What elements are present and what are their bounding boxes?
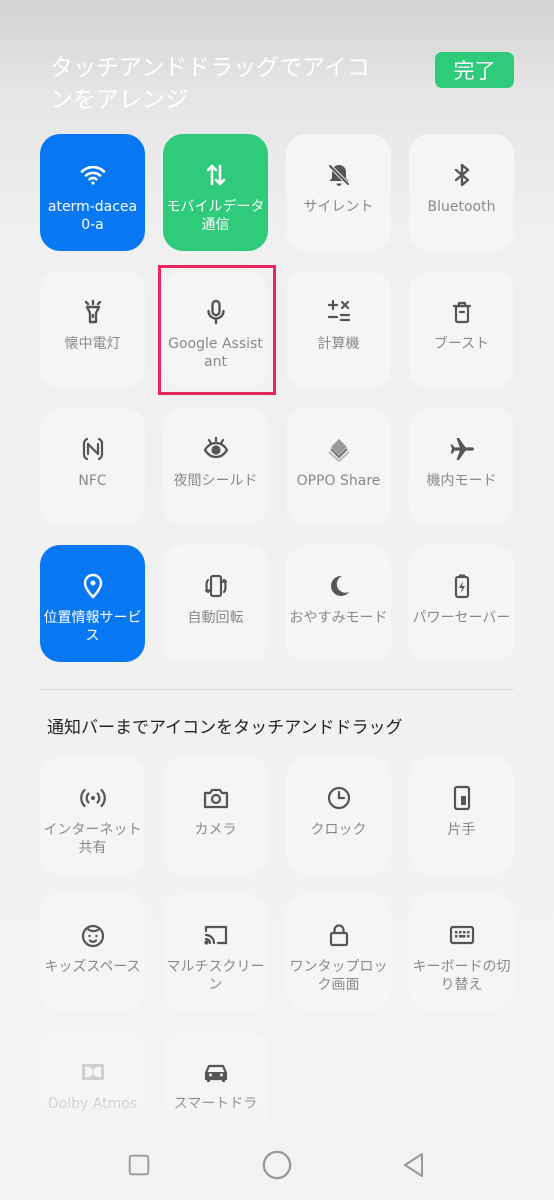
- airplane-icon: [448, 434, 476, 464]
- boost-icon: [448, 297, 476, 327]
- tile-one-hand[interactable]: 片手: [409, 757, 514, 874]
- tile-location[interactable]: 位置情報サービス: [40, 545, 145, 662]
- car-icon: [202, 1057, 230, 1087]
- recent-apps-icon: [128, 1154, 150, 1176]
- kids-space-icon: [79, 920, 107, 950]
- navigation-bar: [0, 1125, 554, 1200]
- header: タッチアンドドラッグでアイコンをアレンジ: [50, 52, 390, 116]
- tile-one-tap-lock[interactable]: ワンタップロック画面: [286, 894, 391, 1011]
- bell-off-icon: [325, 160, 353, 190]
- tile-label: 夜間シールド: [173, 473, 258, 489]
- home-button[interactable]: [259, 1147, 295, 1183]
- tile-camera[interactable]: カメラ: [163, 757, 268, 874]
- tile-google-assistant[interactable]: Google Assistant: [163, 271, 268, 388]
- back-button[interactable]: [396, 1147, 432, 1183]
- tile-boost[interactable]: ブースト: [409, 271, 514, 388]
- tile-auto-rotate[interactable]: 自動回転: [163, 545, 268, 662]
- tile-do-not-disturb[interactable]: おやすみモード: [286, 545, 391, 662]
- tile-nfc[interactable]: NFC: [40, 408, 145, 525]
- tile-label: 懐中電灯: [64, 336, 121, 352]
- tile-label: NFC: [78, 473, 107, 489]
- section-title: 通知バーまでアイコンをタッチアンドドラッグ: [47, 718, 403, 738]
- tile-calculator[interactable]: 計算機: [286, 271, 391, 388]
- mobile-data-icon: [202, 160, 230, 190]
- tile-label: 機内モード: [426, 473, 497, 489]
- tile-bluetooth[interactable]: Bluetooth: [409, 134, 514, 251]
- tile-airplane-mode[interactable]: 機内モード: [409, 408, 514, 525]
- tile-label: キッズスペース: [44, 959, 141, 975]
- recent-apps-button[interactable]: [121, 1147, 157, 1183]
- tile-hotspot[interactable]: インターネット共有: [40, 757, 145, 874]
- dolby-icon: [79, 1057, 107, 1087]
- tile-label: OPPO Share: [296, 473, 381, 489]
- tile-label: 片手: [447, 822, 476, 838]
- tile-label: Dolby Atmos: [47, 1096, 138, 1112]
- tile-label: Bluetooth: [427, 199, 496, 215]
- tile-label: カメラ: [194, 822, 237, 838]
- tile-label: ブースト: [433, 336, 490, 352]
- tile-label: パワーセーバー: [412, 610, 511, 626]
- calculator-icon: [325, 297, 353, 327]
- tile-oppo-share[interactable]: OPPO Share: [286, 408, 391, 525]
- tile-clock[interactable]: クロック: [286, 757, 391, 874]
- one-hand-icon: [448, 783, 476, 813]
- back-icon: [404, 1153, 423, 1177]
- tile-label: 自動回転: [187, 610, 244, 626]
- auto-rotate-icon: [202, 571, 230, 601]
- tile-label: サイレント: [303, 199, 374, 215]
- tile-label: キーボードの切り替え: [412, 959, 511, 993]
- tile-label: モバイルデータ通信: [166, 199, 265, 233]
- tile-label: Google Assistant: [168, 336, 263, 370]
- tile-label: おやすみモード: [289, 610, 388, 626]
- wifi-icon: [79, 160, 107, 190]
- moon-icon: [325, 571, 353, 601]
- microphone-icon: [202, 297, 230, 327]
- location-icon: [79, 571, 107, 601]
- eye-icon: [202, 434, 230, 464]
- keyboard-icon: [448, 920, 476, 950]
- tile-label: 計算機: [317, 336, 360, 352]
- battery-icon: [448, 571, 476, 601]
- cast-icon: [202, 920, 230, 950]
- section-divider: [40, 689, 514, 690]
- tile-label: ワンタップロック画面: [289, 959, 388, 993]
- tile-label: クロック: [310, 822, 367, 838]
- tile-keyboard-switch[interactable]: キーボードの切り替え: [409, 894, 514, 1011]
- lock-icon: [325, 920, 353, 950]
- tile-label: 位置情報サービス: [43, 610, 142, 644]
- done-button[interactable]: 完了: [435, 52, 514, 88]
- tile-silent[interactable]: サイレント: [286, 134, 391, 251]
- tile-night-shield[interactable]: 夜間シールド: [163, 408, 268, 525]
- tile-multi-screen[interactable]: マルチスクリーン: [163, 894, 268, 1011]
- tile-wifi[interactable]: aterm-dacea0-a: [40, 134, 145, 251]
- tile-label: マルチスクリーン: [166, 959, 265, 993]
- hotspot-icon: [79, 783, 107, 813]
- tile-kids-space[interactable]: キッズスペース: [40, 894, 145, 1011]
- tile-label: aterm-dacea0-a: [47, 199, 138, 233]
- tile-power-saver[interactable]: パワーセーバー: [409, 545, 514, 662]
- bluetooth-icon: [448, 160, 476, 190]
- clock-icon: [325, 783, 353, 813]
- camera-icon: [202, 783, 230, 813]
- nfc-icon: [79, 434, 107, 464]
- home-icon: [262, 1150, 292, 1180]
- page-title: タッチアンドドラッグでアイコンをアレンジ: [50, 55, 370, 113]
- flashlight-icon: [79, 297, 107, 327]
- tile-label: インターネット共有: [43, 822, 142, 856]
- oppo-share-icon: [325, 434, 353, 464]
- tile-mobile-data[interactable]: モバイルデータ通信: [163, 134, 268, 251]
- tile-label: スマートドラ: [173, 1096, 258, 1112]
- tile-flashlight[interactable]: 懐中電灯: [40, 271, 145, 388]
